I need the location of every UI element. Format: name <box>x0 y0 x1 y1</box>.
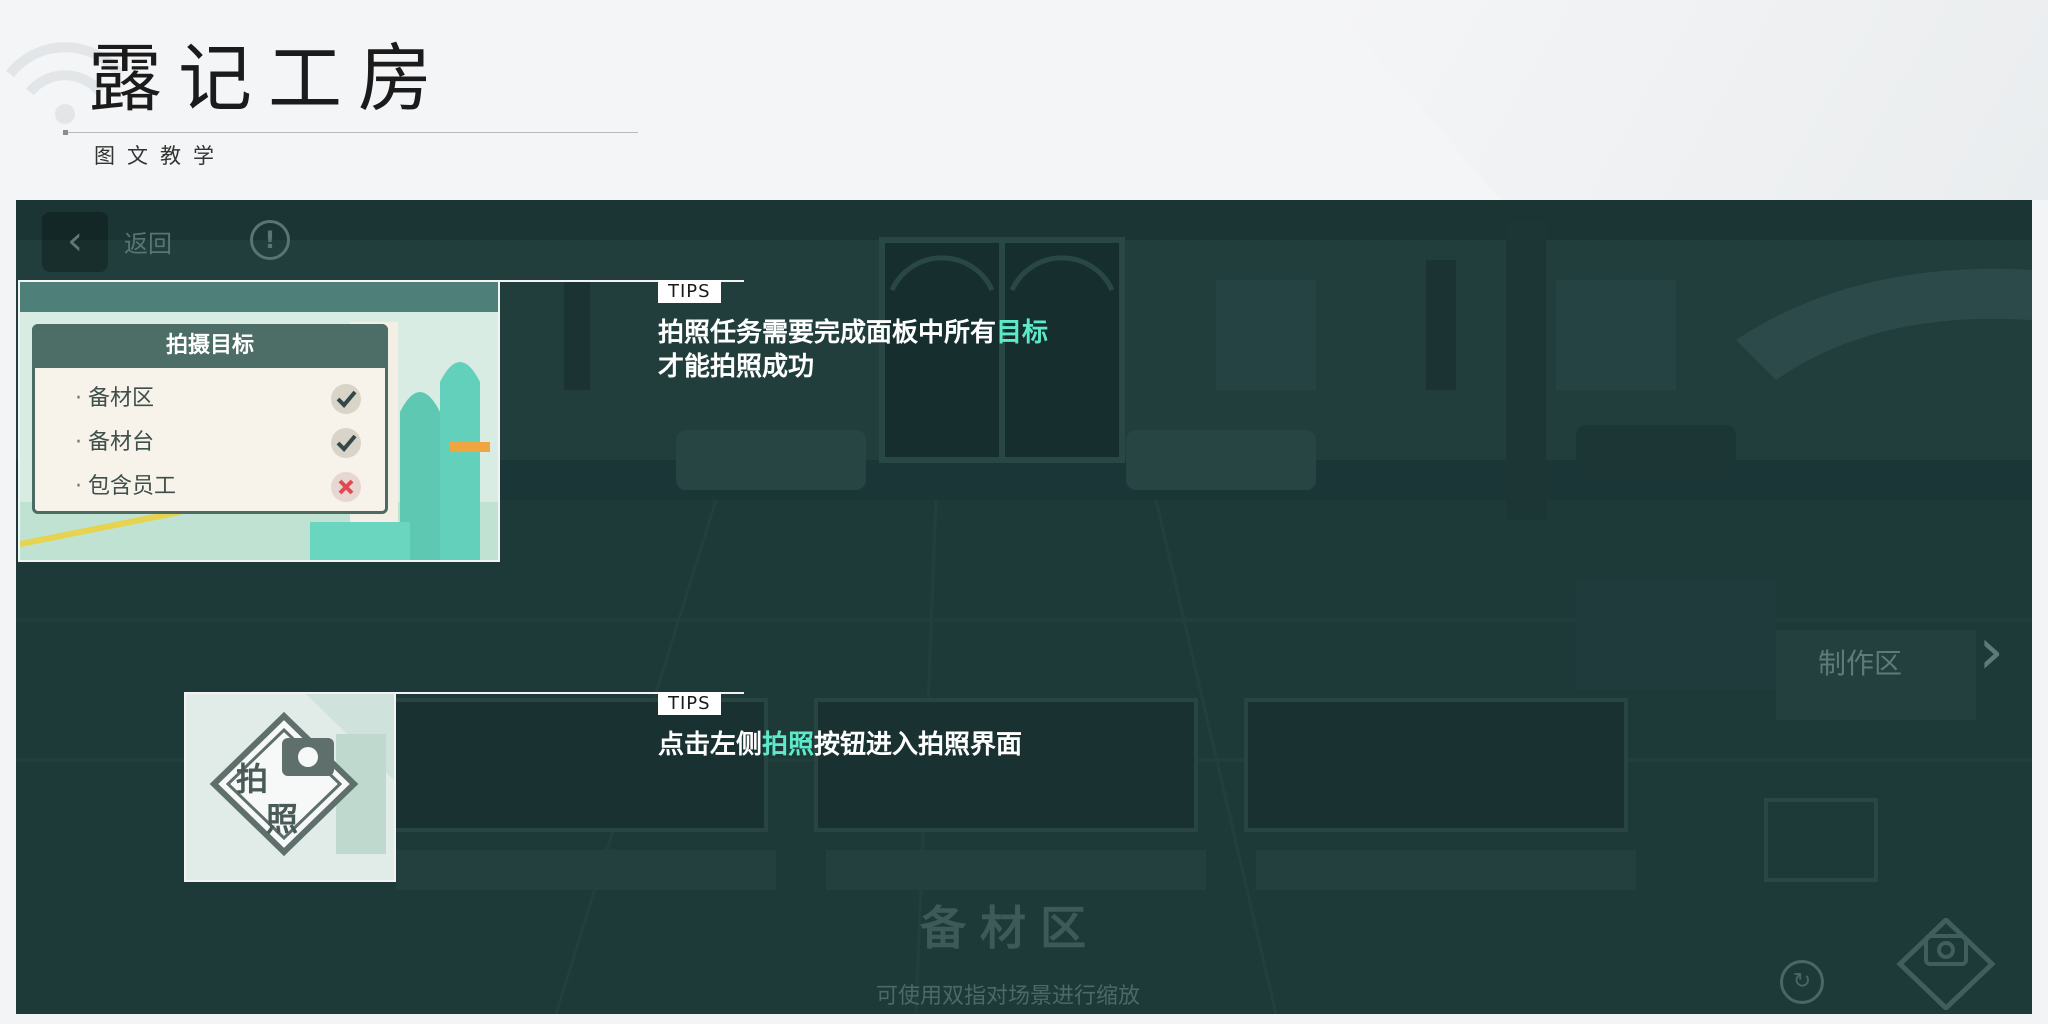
photo-label-bottom: 照 <box>266 800 298 838</box>
target-item: · 备材台 <box>75 425 365 461</box>
title-divider <box>64 132 638 133</box>
game-screenshot: ‹ 返回 ! 制作区 › 备材区 可使用双指对场景进行缩放 ↻ 拍摄目标 · 备材… <box>16 200 2032 1014</box>
zone-title-watermark: 备材区 <box>920 901 1100 955</box>
tip-text-part: 按钮进入拍照界面 <box>814 730 1023 760</box>
page-subtitle: 图文教学 <box>94 144 226 168</box>
info-icon[interactable]: ! <box>250 220 290 260</box>
page-header: 露记工房 图文教学 <box>0 0 2048 200</box>
tip-highlight: 目标 <box>996 318 1049 348</box>
tips-badge: TIPS <box>658 692 721 715</box>
target-item-label: 包含员工 <box>88 474 177 499</box>
divider-marker <box>63 130 68 135</box>
target-item: · 包含员工 <box>75 469 365 505</box>
check-icon <box>331 384 361 414</box>
header-decoration <box>1328 0 2048 200</box>
tip-text-part: 拍照任务需要完成面板中所有 <box>658 318 997 348</box>
page-title: 露记工房 <box>88 36 448 122</box>
tip-text-line2: 才能拍照成功 <box>658 352 815 382</box>
photo-button-faded[interactable] <box>1896 918 1996 1010</box>
photo-button: 拍 照 <box>186 694 394 880</box>
refresh-icon[interactable]: ↻ <box>1780 960 1824 1004</box>
tips-badge: TIPS <box>658 280 721 303</box>
back-label: 返回 <box>124 230 172 258</box>
target-item-label: 备材台 <box>88 430 155 455</box>
tip-2-image: 拍 照 <box>184 692 396 882</box>
target-panel: 拍摄目标 · 备材区 · 备材台 · 包含员工 <box>32 324 388 514</box>
chevron-left-icon: ‹ <box>67 218 83 264</box>
zoom-hint: 可使用双指对场景进行缩放 <box>876 984 1141 1009</box>
check-icon <box>331 428 361 458</box>
back-button[interactable]: ‹ <box>42 212 108 272</box>
target-panel-title: 拍摄目标 <box>32 324 388 368</box>
photo-label-top: 拍 <box>236 760 268 798</box>
tip-2-text: 点击左侧拍照按钮进入拍照界面 <box>658 728 1278 762</box>
zone-label: 制作区 <box>1817 647 1902 680</box>
cross-icon <box>331 472 361 502</box>
tip-1-text: 拍照任务需要完成面板中所有目标 才能拍照成功 <box>658 316 1278 384</box>
tip-1-image: 拍摄目标 · 备材区 · 备材台 · 包含员工 <box>18 280 500 562</box>
target-item-label: 备材区 <box>88 386 155 411</box>
chevron-right-icon[interactable]: › <box>1978 620 2004 684</box>
tip-text-part: 点击左侧 <box>658 730 763 760</box>
target-item: · 备材区 <box>75 381 365 417</box>
tip-highlight: 拍照 <box>762 730 815 760</box>
